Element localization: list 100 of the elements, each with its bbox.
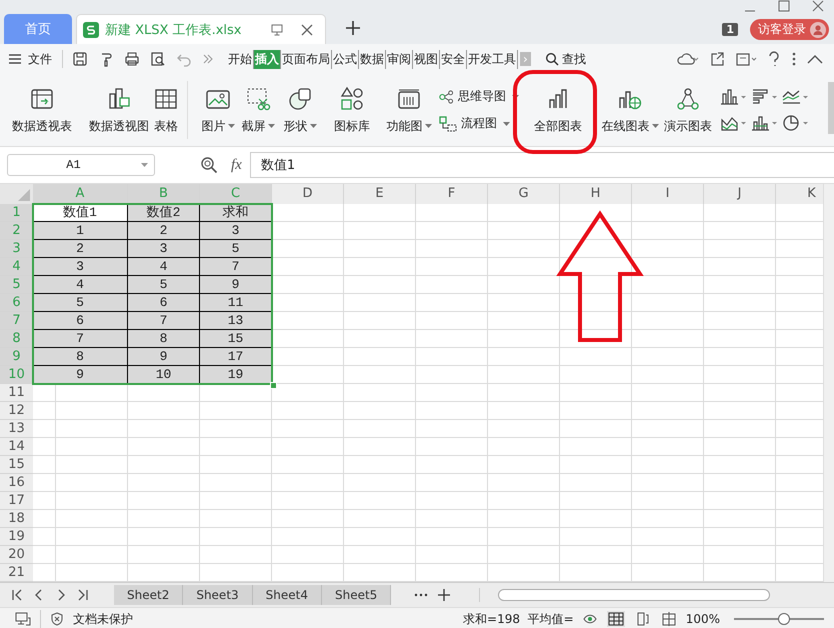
row-header[interactable]: 16 [0, 474, 33, 492]
pie-chart-icon[interactable] [782, 114, 810, 132]
page-break-icon[interactable] [660, 611, 677, 627]
more-options-icon[interactable] [791, 51, 797, 67]
table-cell: 5 [200, 240, 272, 258]
ribbon-button[interactable]: 演示图表 [660, 86, 716, 134]
shapes-icon [287, 86, 313, 112]
ribbon-tab[interactable]: 插入 [254, 50, 281, 68]
share-icon[interactable] [709, 51, 725, 67]
column-header[interactable]: J [704, 184, 776, 204]
table-cell: 19 [200, 366, 272, 384]
close-icon[interactable] [300, 22, 314, 36]
slider-thumb[interactable] [778, 613, 790, 625]
formula-input[interactable]: 数值1 [250, 152, 834, 178]
ribbon-tab[interactable]: 数据 [359, 50, 386, 68]
row-header[interactable]: 21 [0, 564, 33, 582]
vertical-scrollbar[interactable] [823, 184, 834, 582]
page-view-icon[interactable] [634, 611, 651, 627]
row-header[interactable]: 20 [0, 546, 33, 564]
row-header[interactable]: 19 [0, 528, 33, 546]
help-icon[interactable] [767, 51, 781, 67]
sheet-tab[interactable]: Sheet4 [252, 585, 322, 605]
window-count-badge[interactable]: 1 [722, 23, 738, 36]
shield-icon [50, 612, 64, 626]
ribbon-button[interactable]: 思维导图 [439, 88, 519, 105]
ribbon-button[interactable]: 表格 [151, 86, 181, 134]
bar-chart-icon[interactable] [751, 88, 779, 106]
ribbon-button[interactable]: 图标库 [328, 86, 376, 134]
row-header[interactable]: 15 [0, 456, 33, 474]
document-tab[interactable]: 新建 XLSX 工作表.xlsx [76, 14, 326, 44]
ribbon-button[interactable]: 数据透视表 [6, 86, 78, 134]
column-header[interactable]: G [488, 184, 560, 204]
ribbon-tab[interactable]: 视图 [413, 50, 440, 68]
table-cell: 13 [200, 312, 272, 330]
table-cell: 3 [200, 222, 272, 240]
ribbon-tab[interactable]: 公式 [332, 50, 359, 68]
normal-view-icon[interactable] [606, 611, 625, 627]
protection-status[interactable]: 文档未保护 [73, 610, 133, 628]
close-icon[interactable] [812, 0, 824, 12]
first-sheet-icon[interactable] [10, 588, 24, 602]
flowchart-icon [439, 116, 457, 132]
column-header[interactable]: I [632, 184, 704, 204]
column-header[interactable]: E [344, 184, 416, 204]
eye-icon[interactable] [582, 612, 597, 626]
monitor-icon[interactable] [15, 612, 31, 626]
collapse-ribbon-icon[interactable] [807, 54, 823, 64]
menu-icon [8, 53, 22, 65]
more-icon[interactable] [202, 53, 214, 65]
search-icon [544, 52, 559, 66]
table-cell: 17 [200, 348, 272, 366]
sheet-tab[interactable]: Sheet2 [114, 585, 184, 605]
maximize-icon[interactable] [778, 0, 790, 12]
login-button[interactable]: 访客登录 [750, 19, 829, 40]
column-chart-icon[interactable] [720, 88, 748, 106]
new-tab-icon[interactable] [346, 21, 360, 35]
sheet-tab[interactable]: Sheet5 [322, 585, 392, 605]
column-header[interactable]: H [560, 184, 632, 204]
ribbon-button[interactable]: 功能图 [379, 86, 439, 134]
row-header[interactable]: 11 [0, 384, 33, 402]
line-chart-icon[interactable] [782, 88, 810, 106]
row-header[interactable]: 18 [0, 510, 33, 528]
last-sheet-icon[interactable] [76, 588, 90, 602]
ribbon-tab[interactable]: 开发工具 [467, 50, 518, 68]
ribbon-button[interactable]: 图片 [196, 86, 240, 134]
row-header[interactable]: 17 [0, 492, 33, 510]
table-cell: 1 [33, 222, 128, 240]
column-header[interactable]: F [416, 184, 488, 204]
monitor-icon[interactable] [270, 22, 284, 36]
table-cell: 7 [200, 258, 272, 276]
ribbon-button[interactable]: 形状 [282, 86, 318, 134]
ribbon-button[interactable]: 在线图表 [600, 86, 660, 134]
zoom-icon[interactable] [200, 156, 218, 174]
stacked-chart-icon[interactable] [751, 114, 779, 132]
row-header[interactable]: 12 [0, 402, 33, 420]
fill-handle[interactable] [270, 382, 277, 389]
ribbon-scrollbar[interactable] [828, 82, 834, 134]
table-cell: 求和 [200, 204, 272, 222]
ribbon-tab[interactable]: 安全 [440, 50, 467, 68]
file-menu[interactable]: 文件 [8, 50, 52, 68]
table-cell: 11 [200, 294, 272, 312]
search-button[interactable]: 查找 [544, 50, 586, 68]
add-sheet-icon[interactable] [437, 588, 452, 602]
function-button[interactable]: fx [231, 156, 242, 174]
table-cell: 2 [33, 240, 128, 258]
ribbon-button[interactable]: 流程图 [439, 115, 519, 132]
cloud-icon[interactable] [677, 51, 699, 67]
print-preview-icon[interactable] [150, 51, 166, 67]
sheet-tab[interactable]: Sheet3 [183, 585, 253, 605]
row-header[interactable]: 14 [0, 438, 33, 456]
save-icon[interactable] [72, 51, 88, 67]
template-icon[interactable] [735, 51, 757, 67]
ribbon-tab[interactable]: 页面布局 [281, 50, 332, 68]
print-icon[interactable] [124, 51, 140, 67]
column-header[interactable]: D [272, 184, 344, 204]
ribbon-button[interactable]: 截屏 [240, 86, 276, 134]
name-box[interactable]: A1 [7, 154, 155, 176]
zoom-level[interactable]: 100% [686, 612, 720, 626]
row-header[interactable]: 13 [0, 420, 33, 438]
ribbon-tab[interactable]: 审阅 [386, 50, 413, 68]
ribbon-button[interactable]: 数据透视图 [87, 86, 151, 134]
